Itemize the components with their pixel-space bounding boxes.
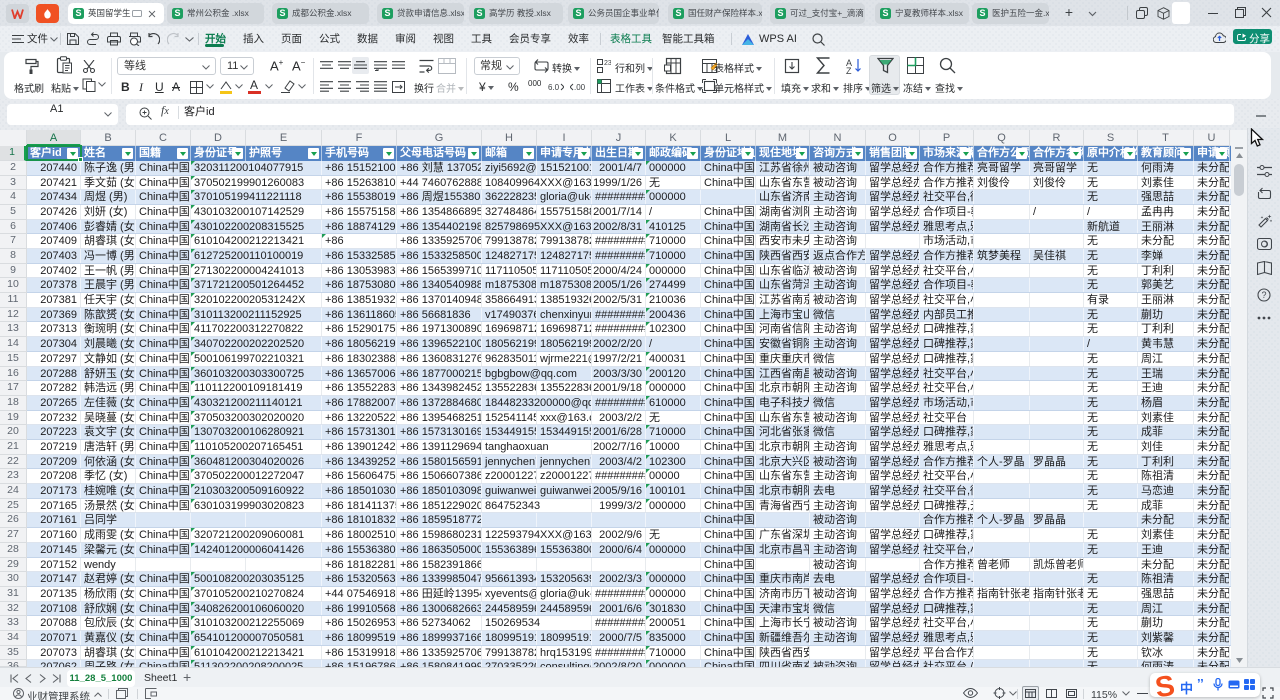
svg-text:S: S <box>1153 670 1177 700</box>
svg-text:6.0: 6.0 <box>548 83 560 92</box>
svg-text:?: ? <box>1262 290 1267 300</box>
svg-text:23: 23 <box>604 60 611 67</box>
svg-text:.00: .00 <box>574 83 586 92</box>
svg-text:Z: Z <box>846 66 852 74</box>
